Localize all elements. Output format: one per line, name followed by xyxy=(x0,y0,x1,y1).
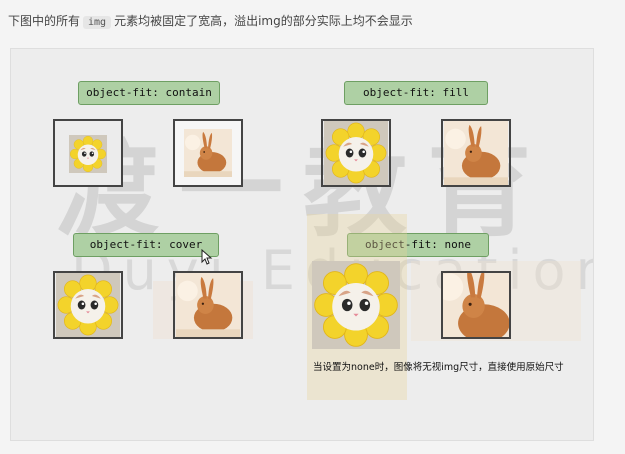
cat-flower-image xyxy=(67,135,109,173)
demo-slide: 渡一教育 Duyi Education object-fit: contain … xyxy=(10,48,594,441)
none-note: 当设置为none时，图像将无视img尺寸，直接使用原始尺寸 xyxy=(313,362,564,373)
label-contain: object-fit: contain xyxy=(78,81,220,105)
rabbit-image xyxy=(443,121,509,185)
img-cover-cat xyxy=(53,271,123,339)
rabbit-image xyxy=(175,273,241,337)
intro-text: 下图中的所有 img 元素均被固定了宽高，溢出img的部分实际上均不会显示 xyxy=(8,12,413,29)
cat-flower-image xyxy=(311,261,401,349)
intro-code: img xyxy=(83,16,112,29)
cat-flower-image xyxy=(55,273,121,337)
rabbit-image xyxy=(441,271,511,339)
label-cover: object-fit: cover xyxy=(73,233,219,257)
img-fill-cat xyxy=(321,119,391,187)
cat-flower-image xyxy=(323,121,389,185)
img-contain-cat xyxy=(53,119,123,187)
intro-prefix: 下图中的所有 xyxy=(8,14,81,28)
rabbit-image xyxy=(175,129,241,177)
mouse-pointer-icon xyxy=(201,249,213,265)
img-cover-rabbit xyxy=(173,271,243,339)
img-none-rabbit xyxy=(441,271,511,339)
img-none-cat xyxy=(323,271,393,339)
img-contain-rabbit xyxy=(173,119,243,187)
label-fill: object-fit: fill xyxy=(344,81,488,105)
intro-suffix: 元素均被固定了宽高，溢出img的部分实际上均不会显示 xyxy=(114,14,413,28)
img-fill-rabbit xyxy=(441,119,511,187)
